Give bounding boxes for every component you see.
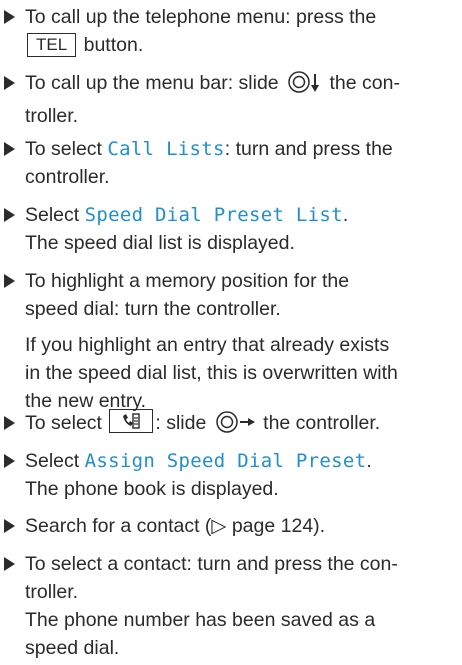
- bullet-icon: [4, 416, 15, 430]
- step-text: troller.: [25, 105, 79, 127]
- step-text: the controller.: [257, 412, 381, 434]
- step-text: speed dial: turn the controller.: [25, 298, 281, 320]
- step-9: To select a contact: turn and press the …: [0, 550, 462, 662]
- step-1: To call up the telephone menu: press the…: [0, 3, 462, 59]
- step-text: ).: [313, 515, 326, 537]
- controller-slide-down-icon: [288, 70, 322, 102]
- step-text: .: [366, 450, 372, 472]
- instruction-page: To call up the telephone menu: press the…: [0, 0, 462, 665]
- step-text: .: [342, 204, 349, 226]
- bullet-icon: [4, 519, 15, 533]
- menu-item-call-lists: Call Lists: [107, 138, 225, 160]
- phonebook-key-icon: [109, 409, 154, 433]
- step-text: controller.: [25, 166, 110, 188]
- step-4: Select Speed Dial Preset List. The speed…: [0, 201, 462, 257]
- step-text: : slide: [155, 412, 212, 434]
- step-text: To highlight a memory position for the: [25, 270, 350, 292]
- bullet-icon: [4, 557, 15, 571]
- result-text: The phone book is displayed.: [25, 478, 279, 500]
- step-text: button.: [78, 34, 144, 56]
- bullet-icon: [4, 208, 15, 222]
- bullet-icon: [4, 10, 15, 24]
- bullet-icon: [4, 142, 15, 156]
- result-text: speed dial.: [25, 637, 120, 659]
- bullet-icon: [4, 76, 15, 90]
- step-3: To select Call Lists: turn and press the…: [0, 135, 462, 191]
- step-text: To call up the telephone menu: press the: [25, 6, 377, 28]
- tel-key: TEL: [27, 33, 77, 57]
- menu-item-assign-speed-dial-preset: Assign Speed Dial Preset: [84, 450, 367, 472]
- controller-slide-right-icon: [215, 410, 256, 442]
- bullet-icon: [4, 454, 15, 468]
- step-8: Search for a contact (▷ page 124).: [0, 512, 462, 540]
- step-text: the con-: [324, 72, 400, 94]
- step-text: Select: [25, 204, 85, 226]
- step-text: troller.: [25, 581, 79, 603]
- step-text: To call up the menu bar: slide: [25, 72, 285, 94]
- step-text: : turn and press the: [224, 138, 393, 160]
- step-text: To select a contact: turn and press the …: [25, 553, 398, 575]
- step-text: Select: [25, 450, 85, 472]
- step-6: To select : slide the controller.: [0, 409, 462, 442]
- step-7: Select Assign Speed Dial Preset. The pho…: [0, 447, 462, 503]
- step-5: To highlight a memory position for the s…: [0, 267, 462, 415]
- page-reference-link[interactable]: ▷ page 124: [211, 515, 313, 537]
- step-note: If you highlight an entry that already e…: [25, 334, 398, 412]
- step-text: To select: [25, 138, 108, 160]
- result-text: The phone number has been saved as a: [25, 609, 376, 631]
- bullet-icon: [4, 274, 15, 288]
- step-text: To select: [25, 412, 108, 434]
- step-text: Search for a contact (: [25, 515, 212, 537]
- step-2: To call up the menu bar: slide the con- …: [0, 69, 462, 130]
- result-text: The speed dial list is displayed.: [25, 232, 295, 254]
- menu-item-speed-dial-preset-list: Speed Dial Preset List: [84, 204, 343, 226]
